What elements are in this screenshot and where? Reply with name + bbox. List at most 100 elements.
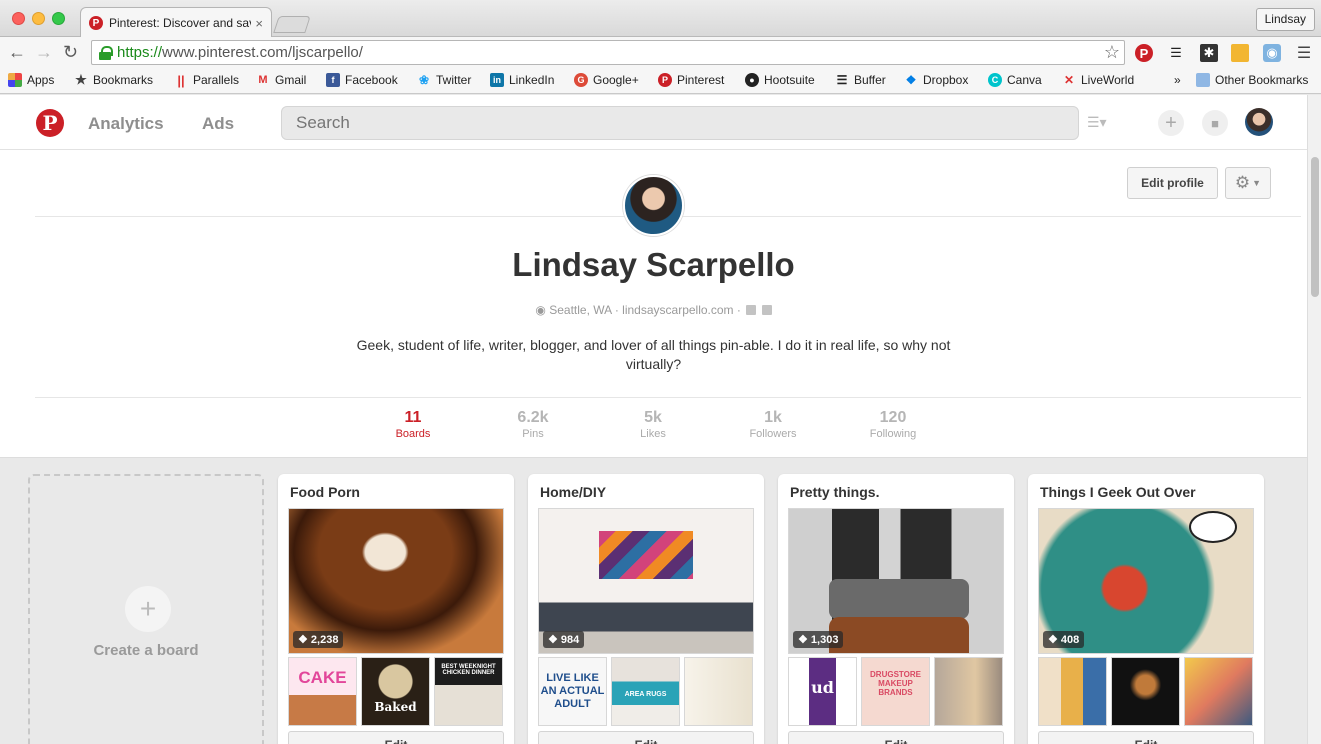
pinterest-favicon-icon: P [89,16,103,30]
list-view-icon[interactable]: ☰▾ [1087,114,1107,131]
pinterest-extension-icon[interactable]: P [1135,44,1153,62]
boots [829,617,969,653]
stat-followers[interactable]: 1k Followers [713,409,833,440]
facebook-icon[interactable] [746,305,757,315]
nav-analytics[interactable]: Analytics [88,114,164,134]
board-thumbnail [1038,657,1107,726]
user-avatar[interactable] [1245,108,1273,136]
new-tab-button[interactable] [273,16,311,33]
tab-title: Pinterest: Discover and save creative id… [109,16,251,30]
board-thumbnail: Baked [361,657,430,726]
googleplus-icon: G [574,73,588,87]
search-input[interactable] [281,106,1079,140]
board-thumbnail: DRUGSTORE MAKEUP BRANDS [861,657,930,726]
stat-label: Boards [395,428,431,440]
profile-website-link[interactable]: lindsayscarpello.com [622,303,733,317]
add-pin-icon[interactable]: + [1158,110,1184,136]
buffer-extension-icon[interactable]: ☰ [1167,44,1185,62]
bookmark-dropbox[interactable]: ❖ Dropbox [904,73,969,87]
browser-toolbar: ← → ↻ https://www.pinterest.com/ljscarpe… [0,37,1321,69]
bookmark-gmail[interactable]: M Gmail [256,73,306,87]
messages-icon[interactable]: ■ [1202,110,1228,136]
board-thumbnail: BEST WEEKNIGHT CHICKEN DINNER [434,657,503,726]
hootsuite-icon: ● [745,73,759,87]
tab-close-icon[interactable]: × [255,16,263,31]
gmail-icon: M [258,74,268,86]
board-thumbnail: LIVE LIKE AN ACTUAL ADULT [538,657,607,726]
reload-icon[interactable]: ↻ [63,42,78,62]
folder-extension-icon[interactable] [1231,44,1249,62]
board-thumbnail: ud [788,657,857,726]
bookmark-parallels[interactable]: || Parallels [174,72,239,88]
minimize-window-button[interactable] [32,12,45,25]
board-thumbnail: CAKE [288,657,357,726]
stat-value: 6.2k [517,409,549,426]
settings-gear-icon[interactable]: ⚙ ▼ [1225,167,1271,199]
browser-profile-button[interactable]: Lindsay [1255,8,1315,31]
edit-profile-button[interactable]: Edit profile [1127,167,1218,199]
pinterest-icon: P [658,73,672,87]
create-board-card[interactable]: + Create a board [28,474,264,744]
folder-icon [1196,73,1210,87]
profile-avatar[interactable] [623,175,684,236]
bookmark-canva[interactable]: C Canva [988,73,1042,87]
board-thumbnail [1184,657,1253,726]
board-cover-image: ❖ 408 [1038,508,1254,654]
chrome-menu-icon[interactable]: ☰ [1295,44,1313,62]
nav-ads[interactable]: Ads [202,114,234,134]
stat-boards[interactable]: 11 Boards [353,409,473,440]
bookmark-hootsuite[interactable]: ● Hootsuite [745,73,815,87]
stat-value: 120 [879,409,907,426]
bookmark-googleplus[interactable]: G Google+ [574,73,639,87]
stat-likes[interactable]: 5k Likes [593,409,713,440]
board-title: Food Porn [290,484,360,500]
puzzle-extension-icon[interactable]: ✱ [1200,44,1218,62]
stat-value: 5k [644,409,662,426]
board-edit-button[interactable]: Edit [538,731,754,744]
zoom-window-button[interactable] [52,12,65,25]
bookmark-twitter[interactable]: ❀ Twitter [417,73,471,87]
stat-label: Following [869,428,917,440]
location-pin-icon: ◉ [535,303,546,317]
stat-pins[interactable]: 6.2k Pins [473,409,593,440]
board-edit-button[interactable]: Edit [1038,731,1254,744]
twitter-icon[interactable] [761,305,772,315]
liveworld-icon: ✕ [1063,73,1075,87]
bookmark-bookmarks[interactable]: ★ Bookmarks [74,72,153,87]
scrollbar-thumb[interactable] [1311,157,1319,297]
pin-count-badge: ❖ 408 [1043,631,1085,648]
bookmark-apps[interactable]: Apps [8,73,54,87]
stat-following[interactable]: 120 Following [833,409,953,440]
pinterest-logo-icon[interactable]: P [36,109,64,137]
forward-arrow-icon[interactable]: → [35,42,53,62]
bookmark-pinterest[interactable]: P Pinterest [658,73,724,87]
parallels-icon: || [177,72,185,88]
bookmark-star-icon[interactable]: ☆ [1104,42,1120,63]
wall-art [599,531,693,579]
back-arrow-icon[interactable]: ← [8,42,26,62]
board-card-things-i-geek-out-over[interactable]: Things I Geek Out Over ❖ 408 Edit [1028,474,1264,744]
address-bar[interactable]: https://www.pinterest.com/ljscarpello/ ☆ [91,40,1125,65]
board-card-home-diy[interactable]: Home/DIY ❖ 984 LIVE LIKE AN ACTUAL ADULT… [528,474,764,744]
board-card-food-porn[interactable]: Food Porn ❖ 2,238 CAKE Baked BEST WEEKNI… [278,474,514,744]
bookmarks-overflow-icon[interactable]: » [1174,73,1181,87]
browser-tab[interactable]: P Pinterest: Discover and save creative … [80,7,272,38]
bookmark-liveworld[interactable]: ✕ LiveWorld [1062,73,1134,87]
camera-extension-icon[interactable]: ◉ [1263,44,1281,62]
profile-meta: ◉ Seattle, WA · lindsayscarpello.com · [0,303,1307,317]
close-window-button[interactable] [12,12,25,25]
board-edit-button[interactable]: Edit [788,731,1004,744]
board-thumbnail: AREA RUGS [611,657,680,726]
board-edit-button[interactable]: Edit [288,731,504,744]
stat-label: Followers [749,428,797,440]
bookmark-linkedin[interactable]: in LinkedIn [490,73,554,87]
bookmark-other[interactable]: Other Bookmarks [1196,73,1308,87]
pin-count-badge: ❖ 1,303 [793,631,844,648]
bookmark-facebook[interactable]: f Facebook [326,73,398,87]
board-title: Things I Geek Out Over [1040,484,1196,500]
page-scrollbar[interactable] [1307,95,1321,744]
board-card-pretty-things[interactable]: Pretty things. ❖ 1,303 ud DRUGSTORE MAKE… [778,474,1014,744]
bookmark-buffer[interactable]: ☰ Buffer [835,73,886,87]
pin-icon: ❖ [548,634,561,646]
stat-value: 11 [404,409,422,426]
